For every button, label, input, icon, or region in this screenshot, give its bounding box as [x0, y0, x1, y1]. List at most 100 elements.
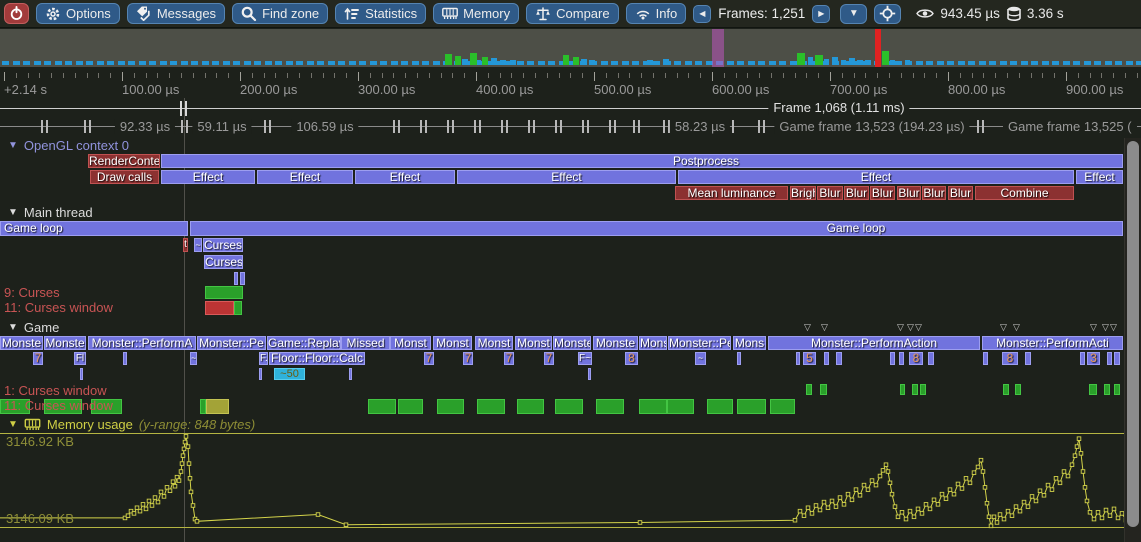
frame-strip-bar[interactable]	[455, 56, 461, 65]
message-marker-icon[interactable]: ▽	[1102, 322, 1109, 333]
zone-bar[interactable]: Missed	[341, 336, 390, 350]
frame-strip-bar[interactable]	[581, 59, 587, 65]
zone-bar[interactable]	[737, 399, 766, 414]
frame-strip-bar[interactable]	[832, 57, 838, 65]
zone-bar[interactable]: Monster::Pe	[197, 336, 266, 350]
zone-bar[interactable]	[80, 368, 83, 380]
zone-bar[interactable]	[588, 368, 591, 380]
zone-bar[interactable]	[912, 384, 918, 395]
timeline-area[interactable]: ▼ OpenGL context 0 ▼ Main thread ▼ Game …	[0, 0, 1141, 542]
subframe-label[interactable]: 58.23 µs	[670, 119, 730, 134]
zone-bar[interactable]	[890, 352, 895, 365]
zone-bar[interactable]: Combine	[975, 186, 1074, 200]
frame-strip-bar[interactable]	[865, 60, 871, 65]
frame-strip-bar[interactable]	[482, 57, 488, 65]
frame-strip-bar[interactable]	[824, 59, 829, 65]
zone-bar[interactable]: Curses	[204, 255, 243, 269]
zone-bar[interactable]	[234, 301, 242, 315]
zone-bar[interactable]: 5	[803, 352, 816, 365]
message-marker-icon[interactable]: ▽	[1110, 322, 1117, 333]
zone-bar[interactable]: Mean luminance	[675, 186, 788, 200]
frame-strip-bar[interactable]	[663, 59, 669, 65]
section-header-main-thread[interactable]: ▼ Main thread	[8, 205, 93, 220]
zone-bar[interactable]: Draw calls	[90, 170, 159, 184]
zone-bar[interactable]	[1080, 352, 1085, 365]
zone-bar[interactable]: Effect	[678, 170, 1074, 184]
zone-bar[interactable]: 7	[33, 352, 43, 365]
message-marker-icon[interactable]: ▽	[907, 322, 914, 333]
zone-bar[interactable]	[737, 352, 741, 365]
zone-bar[interactable]: ~	[190, 352, 197, 365]
zone-bar[interactable]	[900, 384, 905, 395]
zone-bar[interactable]: Monst	[433, 336, 472, 350]
zone-bar[interactable]: Mons	[639, 336, 667, 350]
zone-bar[interactable]: Effect	[457, 170, 676, 184]
zone-bar[interactable]: 7	[544, 352, 554, 365]
frame-strip-bar[interactable]	[445, 54, 452, 65]
frame-strip-bar[interactable]	[491, 58, 497, 65]
zone-bar[interactable]: Effect	[355, 170, 455, 184]
zone-bar[interactable]: Game::Replay	[267, 336, 341, 350]
zone-bar[interactable]	[1104, 384, 1110, 395]
zone-bar[interactable]: 8	[909, 352, 923, 365]
message-marker-icon[interactable]: ▽	[915, 322, 922, 333]
zone-bar[interactable]: Monster::Pe	[668, 336, 731, 350]
zone-bar[interactable]: Monste	[0, 336, 43, 350]
zone-bar[interactable]	[206, 399, 229, 414]
zone-bar[interactable]	[205, 301, 234, 315]
frame-strip-bar[interactable]	[815, 55, 823, 65]
frame-strip-spike-bar[interactable]	[875, 29, 881, 67]
zone-bar[interactable]: Monster::PerformAction	[768, 336, 980, 350]
message-marker-icon[interactable]: ▽	[897, 322, 904, 333]
zone-bar[interactable]: Effect	[1076, 170, 1123, 184]
zone-bar[interactable]: Monste	[593, 336, 638, 350]
subframe-label[interactable]: Game frame 13,523 (194.23 µs)	[774, 119, 969, 134]
zone-bar[interactable]	[928, 352, 934, 365]
zone-bar[interactable]: Mons	[733, 336, 766, 350]
frame-strip-bar[interactable]	[808, 57, 813, 65]
zone-bar[interactable]	[836, 352, 842, 365]
zone-bar[interactable]	[555, 399, 583, 414]
zone-bar[interactable]	[205, 286, 243, 299]
zone-bar[interactable]	[349, 368, 352, 380]
zone-bar[interactable]	[368, 399, 396, 414]
frame-strip-bar[interactable]	[857, 60, 863, 65]
collapse-arrow-icon[interactable]: ▼	[8, 419, 18, 430]
zone-bar[interactable]: Fl	[74, 352, 86, 365]
zone-bar[interactable]: Monste	[553, 336, 591, 350]
message-marker-icon[interactable]: ▽	[804, 322, 811, 333]
subframe-label[interactable]: 59.11 µs	[192, 119, 251, 134]
message-marker-icon[interactable]: ▽	[821, 322, 828, 333]
zone-bar[interactable]	[920, 384, 926, 395]
zone-bar[interactable]: Game loop	[0, 221, 188, 236]
zone-bar[interactable]: Blur	[922, 186, 946, 200]
frame-strip-bar[interactable]	[905, 60, 910, 65]
frame-strip-bar[interactable]	[470, 53, 477, 65]
zone-bar[interactable]	[770, 399, 795, 414]
frame-strip-bar[interactable]	[462, 59, 468, 65]
zone-bar[interactable]: Monste	[44, 336, 86, 350]
zone-bar[interactable]: Monster::PerformA	[88, 336, 196, 350]
collapse-arrow-icon[interactable]: ▼	[8, 140, 18, 151]
zone-bar[interactable]: Curses	[203, 238, 243, 252]
zone-bar[interactable]: 7	[463, 352, 473, 365]
zone-bar[interactable]: Effect	[257, 170, 353, 184]
zone-bar[interactable]	[639, 399, 667, 414]
zone-bar[interactable]: 3	[1087, 352, 1100, 365]
zone-bar[interactable]: Blur	[870, 186, 895, 200]
zone-bar[interactable]	[806, 384, 812, 395]
frame-header-label[interactable]: Frame 1,068 (1.11 ms)	[768, 100, 909, 115]
zone-bar[interactable]: Blur	[844, 186, 869, 200]
zone-bar[interactable]	[707, 399, 733, 414]
zone-bar[interactable]: Monst	[475, 336, 513, 350]
zone-bar[interactable]	[983, 352, 988, 365]
zone-bar[interactable]: ~50	[274, 368, 305, 380]
zone-bar[interactable]: Monst	[390, 336, 431, 350]
zone-bar[interactable]	[1107, 352, 1112, 365]
subframe-label[interactable]: 106.59 µs	[291, 119, 358, 134]
zone-bar[interactable]	[824, 352, 829, 365]
zone-bar[interactable]	[234, 272, 238, 285]
zone-bar[interactable]	[123, 352, 127, 365]
frame-strip-bar[interactable]	[849, 58, 855, 65]
scrollbar-thumb[interactable]	[1127, 141, 1139, 527]
